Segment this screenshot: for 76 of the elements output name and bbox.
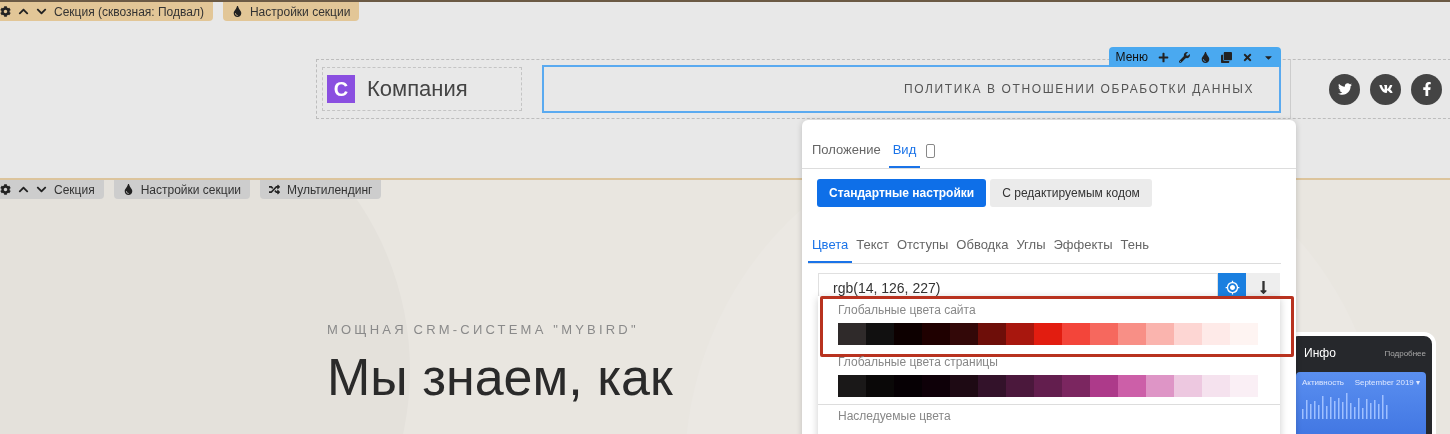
- gear-icon[interactable]: [0, 184, 11, 195]
- style-tab[interactable]: Текст: [852, 237, 893, 263]
- gear-icon[interactable]: [0, 6, 11, 17]
- section-settings-button[interactable]: Настройки секции: [113, 180, 251, 199]
- style-tab[interactable]: Эффекты: [1049, 237, 1117, 263]
- menu-label: Меню: [1115, 50, 1148, 64]
- chevron-up-icon[interactable]: [18, 184, 29, 195]
- color-swatch[interactable]: [950, 375, 978, 397]
- company-name: Компания: [367, 76, 468, 102]
- card-period: September 2019 ▾: [1354, 378, 1420, 387]
- color-swatch[interactable]: [1202, 323, 1230, 345]
- hero-heading: Мы знаем, как: [327, 347, 673, 407]
- color-swatch[interactable]: [866, 323, 894, 345]
- palette-title: Глобальные цвета сайта: [838, 303, 977, 317]
- close-icon[interactable]: [1242, 51, 1253, 63]
- color-swatch[interactable]: [1202, 375, 1230, 397]
- color-swatch[interactable]: [1034, 375, 1062, 397]
- copy-icon[interactable]: [1221, 51, 1232, 63]
- color-swatch[interactable]: [1174, 375, 1202, 397]
- wrench-icon[interactable]: [1179, 51, 1190, 63]
- multilanding-button[interactable]: Мультилендинг: [260, 180, 382, 199]
- chevron-down-icon[interactable]: [36, 184, 47, 195]
- color-swatch[interactable]: [1062, 375, 1090, 397]
- chevron-up-icon[interactable]: [18, 6, 29, 17]
- color-swatch[interactable]: [1118, 323, 1146, 345]
- color-swatch[interactable]: [1062, 323, 1090, 345]
- color-swatch[interactable]: [1118, 375, 1146, 397]
- logo-mark: С: [327, 75, 355, 103]
- panel-tab[interactable]: Положение: [808, 142, 885, 168]
- eyebrow-text: МОЩНАЯ CRM-СИСТЕМА "MYBIRD": [327, 322, 640, 337]
- section-settings-button[interactable]: Настройки секции: [222, 2, 360, 21]
- style-tab[interactable]: Тень: [1116, 237, 1153, 263]
- chevron-down-icon[interactable]: [36, 6, 47, 17]
- section-label: Секция (сквозная: Подвал): [54, 4, 204, 19]
- shuffle-icon: [269, 184, 281, 195]
- color-swatch[interactable]: [866, 375, 894, 397]
- mode-button[interactable]: Стандартные настройки: [817, 179, 987, 207]
- color-swatch[interactable]: [1146, 375, 1174, 397]
- palette-title: Наследуемые цвета: [838, 409, 951, 423]
- color-swatch[interactable]: [978, 323, 1006, 345]
- color-swatch[interactable]: [1006, 323, 1034, 345]
- color-swatch[interactable]: [1230, 375, 1258, 397]
- color-swatch[interactable]: [1146, 323, 1174, 345]
- drop-icon: [122, 184, 134, 195]
- phone-title: Инфо: [1304, 346, 1336, 360]
- color-swatch[interactable]: [950, 323, 978, 345]
- drop-icon: [231, 6, 243, 17]
- vk-icon[interactable]: [1370, 73, 1401, 105]
- mode-button[interactable]: С редактируемым кодом: [990, 179, 1152, 207]
- color-swatch[interactable]: [1090, 375, 1118, 397]
- drop-icon[interactable]: [1200, 51, 1211, 63]
- plus-icon[interactable]: [1158, 51, 1169, 63]
- style-tab[interactable]: Обводка: [952, 237, 1013, 263]
- color-swatch[interactable]: [838, 323, 866, 345]
- mobile-icon[interactable]: [926, 144, 936, 158]
- card-title: Активность: [1302, 378, 1344, 387]
- color-swatch[interactable]: [1174, 323, 1202, 345]
- facebook-icon[interactable]: [1411, 73, 1442, 105]
- color-swatch[interactable]: [838, 375, 866, 397]
- menu-link[interactable]: ПОЛИТИКА В ОТНОШЕНИИ ОБРАБОТКИ ДАННЫХ: [904, 82, 1254, 96]
- style-tab[interactable]: Отступы: [892, 237, 953, 263]
- color-swatch[interactable]: [1006, 375, 1034, 397]
- style-tab[interactable]: Углы: [1012, 237, 1050, 263]
- crosshair-icon: [1224, 280, 1240, 295]
- color-swatch[interactable]: [922, 375, 950, 397]
- color-swatch[interactable]: [894, 375, 922, 397]
- color-swatch[interactable]: [894, 323, 922, 345]
- color-swatch[interactable]: [922, 323, 950, 345]
- color-swatch[interactable]: [1034, 323, 1062, 345]
- panel-tab[interactable]: Вид: [888, 142, 921, 168]
- twitter-icon[interactable]: [1329, 73, 1360, 105]
- style-tab[interactable]: Цвета: [808, 237, 853, 263]
- section-label: Секция: [54, 182, 95, 197]
- color-swatch[interactable]: [978, 375, 1006, 397]
- palette-title: Глобальные цвета страницы: [838, 355, 999, 369]
- color-swatch[interactable]: [1090, 323, 1118, 345]
